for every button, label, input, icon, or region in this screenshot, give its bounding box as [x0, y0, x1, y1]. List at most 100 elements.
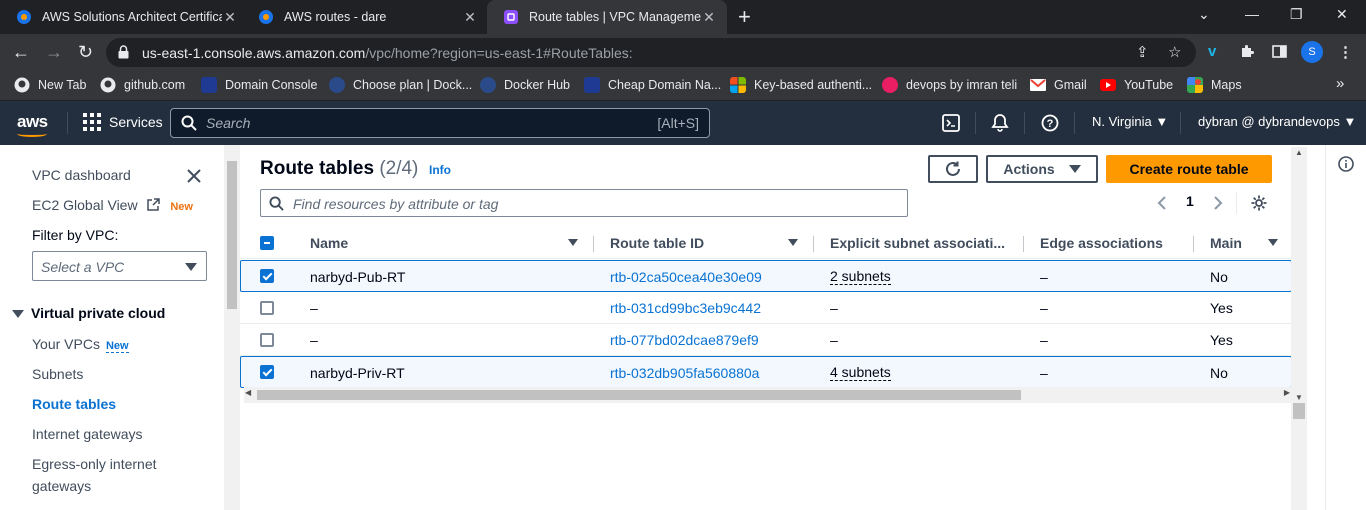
services-menu-button[interactable]: Services	[83, 113, 163, 131]
search-icon	[181, 115, 197, 131]
side-panel-icon[interactable]	[1272, 45, 1287, 58]
cell-route-table-id-link[interactable]: rtb-031cd99bc3eb9c442	[610, 300, 761, 316]
bookmark-gmail[interactable]: Gmail	[1030, 77, 1087, 93]
region-selector[interactable]: N. Virginia ▼	[1092, 114, 1168, 129]
table-row[interactable]: – rtb-077bd02dcae879ef9 – – Yes	[240, 324, 1292, 356]
more-bookmarks-icon[interactable]: »	[1336, 75, 1344, 92]
bookmark-cheap-domain[interactable]: Cheap Domain Na...	[584, 77, 721, 93]
back-icon[interactable]: ←	[12, 42, 30, 62]
bookmark-key-auth[interactable]: Key-based authenti...	[730, 77, 872, 93]
new-tab-icon[interactable]: +	[738, 6, 751, 28]
row-checkbox[interactable]	[260, 301, 274, 315]
scroll-down-icon[interactable]: ▼	[1295, 393, 1303, 402]
chrome-menu-icon[interactable]: ⋮	[1338, 43, 1353, 61]
cell-route-table-id-link[interactable]: rtb-02ca50cea40e30e09	[610, 269, 762, 285]
bookmark-maps[interactable]: Maps	[1187, 77, 1242, 93]
reload-icon[interactable]: ↻	[78, 42, 93, 62]
sort-caret-icon[interactable]	[788, 239, 798, 246]
cell-subnets[interactable]: 4 subnets	[830, 365, 891, 381]
nav-subnets[interactable]: Subnets	[32, 366, 83, 382]
section-caret-down-icon[interactable]	[12, 310, 24, 318]
actions-button[interactable]: Actions	[986, 155, 1098, 183]
nav-egress-only-gateways[interactable]: Egress-only internet	[32, 456, 157, 472]
bookmark-new-tab[interactable]: New Tab	[14, 77, 86, 93]
restore-icon[interactable]: ❐	[1290, 6, 1303, 23]
tab-close-icon[interactable]: ✕	[701, 9, 717, 26]
cell-route-table-id-link[interactable]: rtb-077bd02dcae879ef9	[610, 332, 759, 348]
tab-search-chevron-icon[interactable]: ⌄	[1198, 6, 1210, 23]
close-nav-icon[interactable]	[186, 168, 202, 184]
sort-caret-icon[interactable]	[568, 239, 578, 246]
info-link[interactable]: Info	[429, 163, 451, 177]
tab-close-icon[interactable]: ✕	[462, 9, 478, 26]
caret-down-icon	[185, 263, 197, 271]
refresh-button[interactable]	[928, 155, 978, 183]
column-main[interactable]: Main	[1210, 235, 1242, 251]
cell-subnets[interactable]: 2 subnets	[830, 269, 891, 285]
aws-logo[interactable]: aws	[17, 112, 48, 137]
table-horizontal-scrollbar[interactable]: ◀ ▶	[244, 387, 1292, 403]
bookmark-docker-plan[interactable]: Choose plan | Dock...	[329, 77, 472, 93]
previous-page-icon[interactable]	[1156, 195, 1168, 211]
info-circle-icon[interactable]	[1338, 156, 1354, 172]
bookmark-star-icon[interactable]: ☆	[1168, 43, 1181, 61]
aws-search-input[interactable]: Search [Alt+S]	[170, 108, 710, 138]
scrollbar-thumb[interactable]	[257, 390, 1021, 400]
account-menu[interactable]: dybran @ dybrandevops ▼	[1198, 114, 1356, 129]
select-all-checkbox[interactable]	[260, 236, 274, 250]
extensions-puzzle-icon[interactable]	[1240, 44, 1255, 59]
share-icon[interactable]: ⇪	[1136, 43, 1149, 61]
next-page-icon[interactable]	[1212, 195, 1224, 211]
row-checkbox[interactable]	[260, 365, 274, 379]
vimeo-extension-icon[interactable]: v	[1208, 43, 1216, 60]
bookmark-docker-hub[interactable]: Docker Hub	[480, 77, 570, 93]
row-checkbox[interactable]	[260, 333, 274, 347]
nav-vpc-dashboard[interactable]: VPC dashboard	[32, 167, 131, 183]
nav-ec2-global-view[interactable]: EC2 Global View New	[32, 197, 193, 213]
scroll-left-icon[interactable]: ◀	[245, 388, 251, 397]
help-icon[interactable]: ?	[1041, 114, 1059, 132]
page-number[interactable]: 1	[1186, 193, 1194, 209]
sort-caret-icon[interactable]	[1268, 239, 1278, 246]
address-bar[interactable]: us-east-1.console.aws.amazon.com/vpc/hom…	[106, 38, 1196, 67]
minimize-icon[interactable]: —	[1245, 6, 1259, 22]
main-vertical-scrollbar[interactable]: ▲ ▼	[1291, 147, 1307, 510]
section-virtual-private-cloud[interactable]: Virtual private cloud	[31, 305, 165, 321]
bookmark-devops-imran[interactable]: devops by imran teli	[882, 77, 1017, 93]
table-row[interactable]: narbyd-Pub-RT rtb-02ca50cea40e30e09 2 su…	[240, 260, 1292, 292]
create-route-table-button[interactable]: Create route table	[1106, 155, 1272, 183]
scrollbar-thumb[interactable]	[227, 161, 237, 309]
browser-tab-route-tables[interactable]: Route tables | VPC Management ✕	[487, 0, 727, 34]
row-checkbox[interactable]	[260, 269, 274, 283]
bookmark-domain-console[interactable]: Domain Console	[201, 77, 317, 93]
nav-your-vpcs[interactable]: Your VPCs New	[32, 336, 129, 353]
notifications-bell-icon[interactable]	[990, 113, 1010, 133]
bookmark-github[interactable]: github.com	[100, 77, 185, 93]
column-explicit-subnet[interactable]: Explicit subnet associati...	[830, 235, 1005, 251]
cell-route-table-id-link[interactable]: rtb-032db905fa560880a	[610, 365, 759, 381]
side-nav-scrollbar[interactable]	[224, 145, 240, 510]
table-row[interactable]: – rtb-031cd99bc3eb9c442 – – Yes	[240, 292, 1292, 324]
tab-close-icon[interactable]: ✕	[222, 9, 238, 26]
cloudshell-icon[interactable]	[942, 114, 960, 132]
browser-tab-aws-routes[interactable]: AWS routes - dare ✕	[242, 0, 488, 34]
vpc-filter-select[interactable]: Select a VPC	[32, 251, 207, 281]
profile-avatar[interactable]: S	[1301, 41, 1323, 63]
scrollbar-thumb[interactable]	[1293, 403, 1305, 419]
nav-internet-gateways[interactable]: Internet gateways	[32, 426, 143, 442]
browser-tab-aws-cert[interactable]: AWS Solutions Architect Certifica ✕	[0, 0, 248, 34]
settings-gear-icon[interactable]	[1250, 194, 1268, 212]
column-name[interactable]: Name	[310, 235, 348, 251]
pager-divider	[1236, 192, 1237, 214]
column-route-table-id[interactable]: Route table ID	[610, 235, 704, 251]
window-close-icon[interactable]: ✕	[1336, 6, 1348, 23]
bookmark-youtube[interactable]: YouTube	[1100, 77, 1173, 93]
scroll-right-icon[interactable]: ▶	[1284, 388, 1290, 397]
find-resources-input[interactable]: Find resources by attribute or tag	[260, 189, 908, 217]
table-row[interactable]: narbyd-Priv-RT rtb-032db905fa560880a 4 s…	[240, 356, 1292, 388]
nav-egress-only-gateways-line2[interactable]: gateways	[32, 478, 91, 494]
nav-route-tables[interactable]: Route tables	[32, 396, 116, 412]
column-edge-associations[interactable]: Edge associations	[1040, 235, 1163, 251]
scroll-up-icon[interactable]: ▲	[1295, 148, 1303, 157]
forward-icon[interactable]: →	[45, 42, 63, 62]
